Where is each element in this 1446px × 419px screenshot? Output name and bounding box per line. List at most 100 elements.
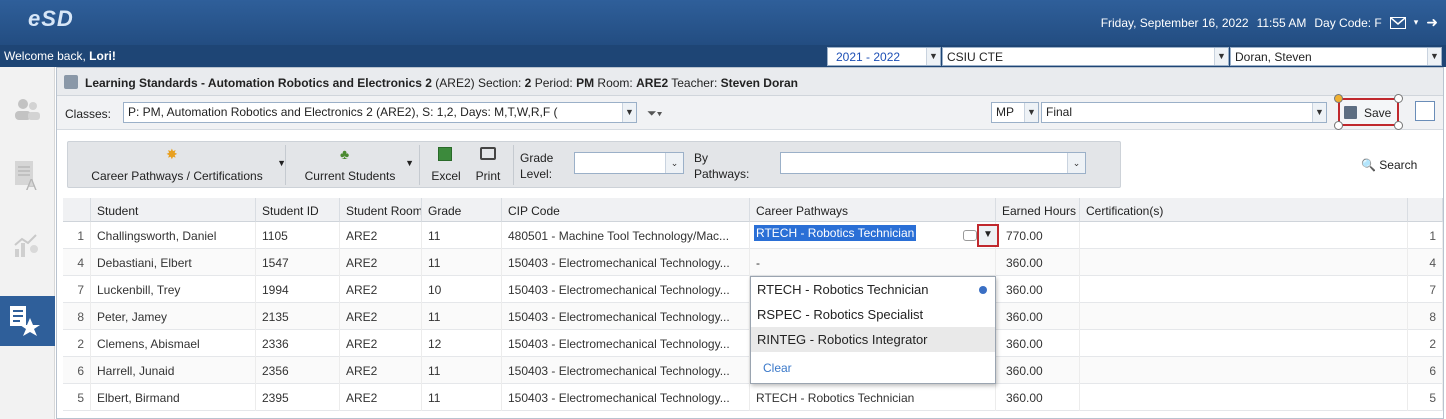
logout-icon[interactable]: ➜ xyxy=(1426,14,1438,31)
header-info: Friday, September 16, 2022 11:55 AM Day … xyxy=(1101,14,1438,31)
collapse-panel-icon[interactable] xyxy=(1415,101,1435,121)
current-students-button[interactable]: ♣ Current Students ▼ xyxy=(290,142,414,187)
student-room: ARE2 xyxy=(340,249,422,276)
dropdown-option[interactable]: RINTEG - Robotics Integrator xyxy=(751,327,995,352)
users-icon[interactable] xyxy=(12,95,42,125)
filter-icon[interactable]: ⏷▾ xyxy=(647,106,662,121)
marking-period-select[interactable]: Final ▼ xyxy=(1041,102,1327,123)
teacher-select[interactable]: Doran, Steven ▼ xyxy=(1230,47,1442,66)
row-number: 7 xyxy=(63,276,91,303)
row-number: 6 xyxy=(63,357,91,384)
school-select[interactable]: CSIU CTE ▼ xyxy=(942,47,1229,66)
column-header[interactable]: Student ID xyxy=(256,198,340,222)
row-number: 4 xyxy=(63,249,91,276)
clear-option[interactable]: Clear xyxy=(751,356,995,381)
class-select[interactable]: P: PM, Automation Robotics and Electroni… xyxy=(123,102,637,123)
grade-report-icon[interactable]: A xyxy=(12,159,42,194)
analytics-icon[interactable] xyxy=(12,231,42,261)
career-pathway-editor[interactable]: RTECH - Robotics Technician xyxy=(750,222,996,249)
table-row[interactable]: 4 Debastiani, Elbert 1547 ARE2 11 150403… xyxy=(63,249,1443,276)
column-header[interactable]: Certification(s) xyxy=(1080,198,1408,222)
app-header: eSD Friday, September 16, 2022 11:55 AM … xyxy=(0,0,1446,47)
chevron-down-icon: ⌄ xyxy=(1067,153,1085,173)
column-header[interactable]: Earned Hours xyxy=(996,198,1080,222)
print-button[interactable]: Print xyxy=(468,142,508,187)
classes-label: Classes: xyxy=(65,107,112,121)
student-name: Harrell, Junaid xyxy=(91,357,256,384)
column-header[interactable]: Career Pathways xyxy=(750,198,996,222)
certifications[interactable] xyxy=(1080,222,1408,249)
cip-code: 150403 - Electromechanical Technology... xyxy=(502,330,750,357)
dropdown-option[interactable]: RSPEC - Robotics Specialist xyxy=(751,302,995,327)
certifications[interactable] xyxy=(1080,303,1408,330)
panel-title: Learning Standards - Automation Robotics… xyxy=(57,68,1443,96)
row-number: 8 xyxy=(63,303,91,330)
earned-hours[interactable]: 360.00 xyxy=(1000,357,1080,384)
selection-handle[interactable] xyxy=(1394,94,1403,103)
student-grade: 11 xyxy=(422,303,502,330)
student-name: Luckenbill, Trey xyxy=(91,276,256,303)
pathways-select[interactable]: ⌄ xyxy=(780,152,1086,174)
career-pathway-dropdown: RTECH - Robotics Technician RSPEC - Robo… xyxy=(750,276,996,384)
selection-handle[interactable] xyxy=(1334,94,1343,103)
pathway-dropdown-button[interactable]: ▼ xyxy=(977,224,999,247)
table-row[interactable]: 1 Challingsworth, Daniel 1105 ARE2 11 48… xyxy=(63,222,1443,249)
row-index: 4 xyxy=(1408,249,1443,276)
career-pathway[interactable]: RTECH - Robotics Technician xyxy=(750,384,996,411)
student-room: ARE2 xyxy=(340,222,422,249)
row-index: 1 xyxy=(1408,222,1443,249)
mail-dropdown-icon[interactable]: ▾ xyxy=(1414,17,1419,28)
selection-handle[interactable] xyxy=(1394,121,1403,130)
svg-text:A: A xyxy=(26,177,37,193)
earned-hours[interactable]: 360.00 xyxy=(1000,276,1080,303)
career-pathway-input[interactable]: RTECH - Robotics Technician xyxy=(754,225,917,241)
selection-handle[interactable] xyxy=(1334,121,1343,130)
student-room: ARE2 xyxy=(340,303,422,330)
column-header[interactable]: CIP Code xyxy=(502,198,750,222)
student-grade: 11 xyxy=(422,384,502,411)
row-index: 8 xyxy=(1408,303,1443,330)
excel-icon xyxy=(438,147,452,161)
certifications[interactable] xyxy=(1080,249,1408,276)
earned-hours[interactable]: 360.00 xyxy=(1000,384,1080,411)
earned-hours[interactable]: 770.00 xyxy=(1000,222,1080,249)
cip-code: 150403 - Electromechanical Technology... xyxy=(502,357,750,384)
student-name: Debastiani, Elbert xyxy=(91,249,256,276)
earned-hours[interactable]: 360.00 xyxy=(1000,249,1080,276)
student-id: 1547 xyxy=(256,249,340,276)
chevron-down-icon: ▼ xyxy=(622,103,636,122)
row-index: 5 xyxy=(1408,384,1443,411)
career-pathway[interactable]: - xyxy=(750,249,996,276)
certifications[interactable] xyxy=(1080,276,1408,303)
mp-select[interactable]: MP ▼ xyxy=(991,102,1039,123)
chevron-down-icon: ⌄ xyxy=(665,153,683,173)
mail-icon[interactable] xyxy=(1389,16,1406,29)
column-header[interactable]: Student Room xyxy=(340,198,422,222)
certifications[interactable] xyxy=(1080,330,1408,357)
learning-standards-icon[interactable] xyxy=(0,296,55,346)
earned-hours[interactable]: 360.00 xyxy=(1000,303,1080,330)
toolbar-divider xyxy=(419,145,420,185)
header-date: Friday, September 16, 2022 xyxy=(1100,15,1249,30)
row-number: 1 xyxy=(63,222,91,249)
student-room: ARE2 xyxy=(340,330,422,357)
toolbar-divider xyxy=(513,145,514,185)
student-grade: 11 xyxy=(422,222,502,249)
student-id: 2356 xyxy=(256,357,340,384)
dropdown-option[interactable]: RTECH - Robotics Technician xyxy=(751,277,995,302)
column-header[interactable]: Grade xyxy=(422,198,502,222)
career-pathways-button[interactable]: ✸ Career Pathways / Certifications ▼ xyxy=(72,142,286,187)
year-select[interactable]: 2021 - 2022 ▼ xyxy=(827,47,941,66)
certifications[interactable] xyxy=(1080,357,1408,384)
cip-code: 480501 - Machine Tool Technology/Mac... xyxy=(502,222,750,249)
excel-button[interactable]: Excel xyxy=(426,142,466,187)
grade-level-select[interactable]: ⌄ xyxy=(574,152,684,174)
column-header[interactable]: Student xyxy=(91,198,256,222)
comment-icon[interactable] xyxy=(963,230,977,241)
action-toolbar: ✸ Career Pathways / Certifications ▼ ♣ C… xyxy=(67,141,1121,188)
table-row[interactable]: 5 Elbert, Birmand 2395 ARE2 11 150403 - … xyxy=(63,384,1443,411)
certifications[interactable] xyxy=(1080,384,1408,411)
earned-hours[interactable]: 360.00 xyxy=(1000,330,1080,357)
save-button[interactable]: Save xyxy=(1334,94,1403,130)
search-button[interactable]: 🔍 Search xyxy=(1361,158,1417,172)
